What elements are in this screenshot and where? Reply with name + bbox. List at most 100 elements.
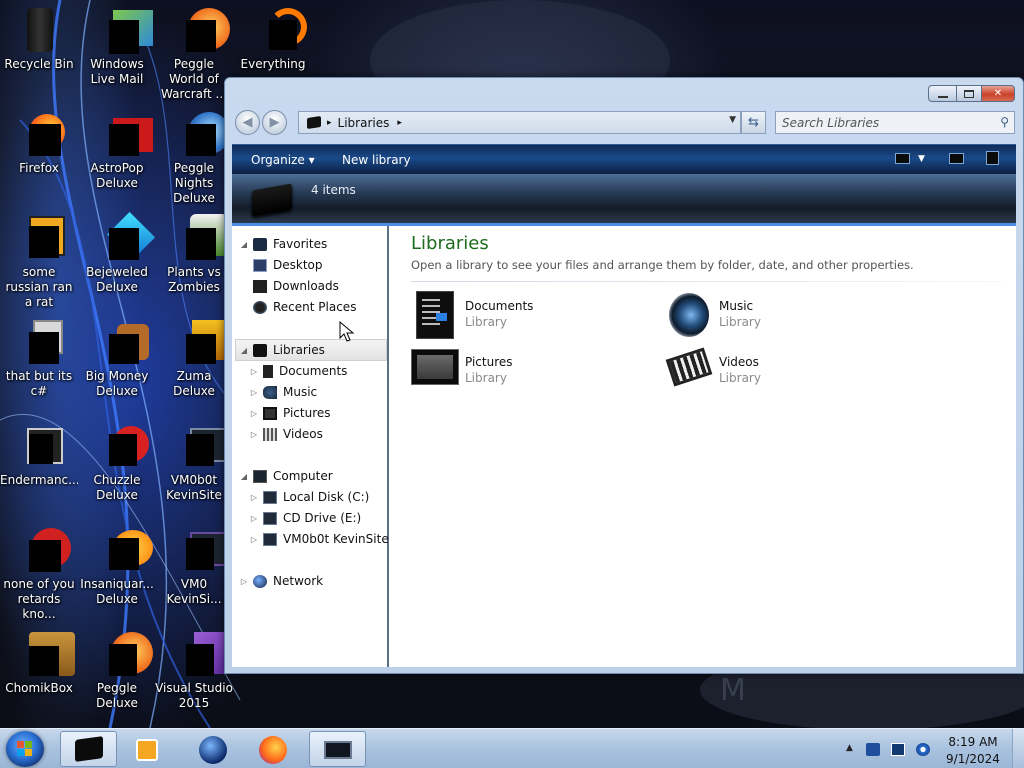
- minimize-button[interactable]: [928, 85, 957, 102]
- new-library-button[interactable]: New library: [342, 153, 411, 167]
- taskbar-firefox[interactable]: [245, 731, 302, 767]
- desktop-icon-label: Zuma Deluxe: [173, 369, 215, 398]
- network-tray-icon[interactable]: [866, 743, 880, 756]
- preview-pane-icon[interactable]: [949, 153, 964, 164]
- collapse-arrow-icon[interactable]: ▷: [239, 577, 249, 586]
- tree-recent-places[interactable]: Recent Places: [249, 297, 356, 317]
- tree-network[interactable]: ▷ Network: [239, 571, 323, 591]
- show-hidden-icons-button[interactable]: ▲: [846, 743, 860, 756]
- collapse-arrow-icon[interactable]: ▷: [249, 514, 259, 523]
- show-desktop-button[interactable]: [1012, 729, 1024, 768]
- taskbar-explorer[interactable]: [60, 731, 117, 767]
- tree-downloads[interactable]: Downloads: [249, 276, 339, 296]
- refresh-button[interactable]: ⇆: [741, 111, 766, 134]
- tree-music[interactable]: ▷ Music: [249, 382, 317, 402]
- desktop-icon-chuzzle[interactable]: Chuzzle Deluxe: [78, 422, 156, 503]
- app-icon: [15, 318, 63, 366]
- pictures-icon: [411, 347, 459, 395]
- collapse-arrow-icon[interactable]: ▷: [249, 493, 259, 502]
- computer-icon: [253, 469, 267, 483]
- desktop-icon-plants-vs-zombies[interactable]: Plants vs Zombies: [155, 214, 233, 295]
- collapse-arrow-icon[interactable]: ▷: [249, 430, 259, 439]
- forward-button[interactable]: ▶: [262, 110, 287, 135]
- library-music[interactable]: Music Library: [665, 291, 905, 341]
- tree-computer[interactable]: ◢ Computer: [239, 466, 333, 486]
- tree-libraries[interactable]: ◢ Libraries: [239, 340, 325, 360]
- desktop-icon-insaniquarium[interactable]: Insaniquar... Deluxe: [78, 526, 156, 607]
- search-input[interactable]: Search Libraries ⚲: [775, 111, 1015, 134]
- game-icon: [93, 211, 156, 262]
- breadcrumb-separator[interactable]: ▸: [397, 118, 402, 128]
- address-bar[interactable]: ▸ Libraries ▸ ▼: [298, 111, 741, 134]
- globe-icon: [199, 736, 227, 764]
- help-icon[interactable]: [986, 151, 999, 165]
- desktop-icon-label: Windows Live Mail: [90, 57, 144, 86]
- taskbar-vm[interactable]: [309, 731, 366, 767]
- tree-pictures[interactable]: ▷ Pictures: [249, 403, 331, 423]
- collapse-arrow-icon[interactable]: ▷: [249, 535, 259, 544]
- desktop-icon-windows-live-mail[interactable]: Windows Live Mail: [78, 6, 156, 87]
- tree-label: Documents: [279, 364, 348, 378]
- view-options-icon[interactable]: [895, 153, 910, 164]
- desktop-icon-peggle-wow[interactable]: Peggle World of Warcraft ...: [155, 6, 233, 102]
- expand-arrow-icon[interactable]: ◢: [239, 472, 249, 481]
- breadcrumb-libraries[interactable]: Libraries: [338, 116, 390, 130]
- library-videos[interactable]: Videos Library: [665, 347, 905, 397]
- desktop-icon-label: none of you retards kno...: [3, 577, 75, 621]
- desktop-icon-astropop[interactable]: AstroPop Deluxe: [78, 110, 156, 191]
- back-button[interactable]: ◀: [235, 110, 260, 135]
- desktop-icon-that-but-its-c[interactable]: that but its c#: [0, 318, 78, 399]
- desktop-icon-chomikbox[interactable]: ChomikBox: [0, 630, 78, 696]
- close-button[interactable]: ✕: [982, 85, 1015, 102]
- library-name: Documents: [465, 299, 534, 313]
- expand-arrow-icon[interactable]: ◢: [239, 346, 249, 355]
- desktop-icon-some-russian[interactable]: some russian ran a rat: [0, 214, 78, 310]
- tree-documents[interactable]: ▷ Documents: [249, 361, 348, 381]
- search-icon[interactable]: ⚲: [1000, 115, 1009, 129]
- game-icon: [170, 214, 228, 262]
- videos-icon: [263, 427, 277, 441]
- desktop-icon-vm0b0t-kevinsite[interactable]: VM0b0t KevinSite: [155, 422, 233, 503]
- library-pictures[interactable]: Pictures Library: [411, 347, 651, 397]
- desktop-icon-none-of-you[interactable]: none of you retards kno...: [0, 526, 78, 622]
- tree-label: Downloads: [273, 279, 339, 293]
- organize-button[interactable]: Organize ▾: [251, 153, 315, 167]
- desktop-icon-visual-studio[interactable]: Visual Studio 2015: [155, 630, 233, 711]
- desktop-icon-peggle-nights[interactable]: Peggle Nights Deluxe: [155, 110, 233, 206]
- display-tray-icon[interactable]: [891, 743, 905, 756]
- desktop-icon-firefox[interactable]: Firefox: [0, 110, 78, 176]
- tree-local-disk[interactable]: ▷ Local Disk (C:): [249, 487, 369, 507]
- tree-vm-kevinsite[interactable]: ▷ VM0b0t KevinSite: [249, 529, 389, 549]
- system-clock[interactable]: 8:19 AM 9/1/2024: [936, 734, 1010, 768]
- desktop-icon-bejeweled[interactable]: Bejeweled Deluxe: [78, 211, 156, 295]
- game-icon: [93, 630, 153, 678]
- taskbar-media-player[interactable]: [120, 731, 177, 767]
- desktop-icon-everything[interactable]: Everything: [234, 6, 312, 72]
- desktop-icon-peggle-deluxe[interactable]: Peggle Deluxe: [78, 630, 156, 711]
- desktop-icon-label: Peggle World of Warcraft ...: [161, 57, 227, 101]
- collapse-arrow-icon[interactable]: ▷: [249, 367, 259, 376]
- desktop-icon-endermanc[interactable]: Endermanc...: [0, 422, 78, 488]
- desktop-icon-big-money[interactable]: Big Money Deluxe: [78, 318, 156, 399]
- library-documents[interactable]: Documents Library: [411, 291, 651, 341]
- desktop-icon-label: Endermanc...: [0, 473, 78, 487]
- chevron-down-icon[interactable]: ▼: [729, 115, 736, 125]
- maximize-button[interactable]: [957, 85, 982, 102]
- start-button[interactable]: [6, 731, 44, 767]
- documents-icon: [411, 291, 459, 339]
- volume-tray-icon[interactable]: [916, 743, 930, 756]
- desktop-icon-zuma[interactable]: Zuma Deluxe: [155, 318, 233, 399]
- music-icon: [263, 385, 277, 399]
- desktop-icon-recycle-bin[interactable]: Recycle Bin: [0, 6, 78, 72]
- collapse-arrow-icon[interactable]: ▷: [249, 409, 259, 418]
- tree-cd-drive[interactable]: ▷ CD Drive (E:): [249, 508, 361, 528]
- tree-favorites[interactable]: ◢ Favorites: [239, 234, 327, 254]
- taskbar-globe[interactable]: [185, 731, 242, 767]
- expand-arrow-icon[interactable]: ◢: [239, 240, 249, 249]
- tree-desktop[interactable]: Desktop: [249, 255, 323, 275]
- collapse-arrow-icon[interactable]: ▷: [249, 388, 259, 397]
- tree-videos[interactable]: ▷ Videos: [249, 424, 323, 444]
- desktop-icon-vm0-kevinsi[interactable]: VM0 KevinSi...: [155, 526, 233, 607]
- game-icon: [93, 526, 153, 574]
- chevron-down-icon[interactable]: ▼: [918, 154, 925, 164]
